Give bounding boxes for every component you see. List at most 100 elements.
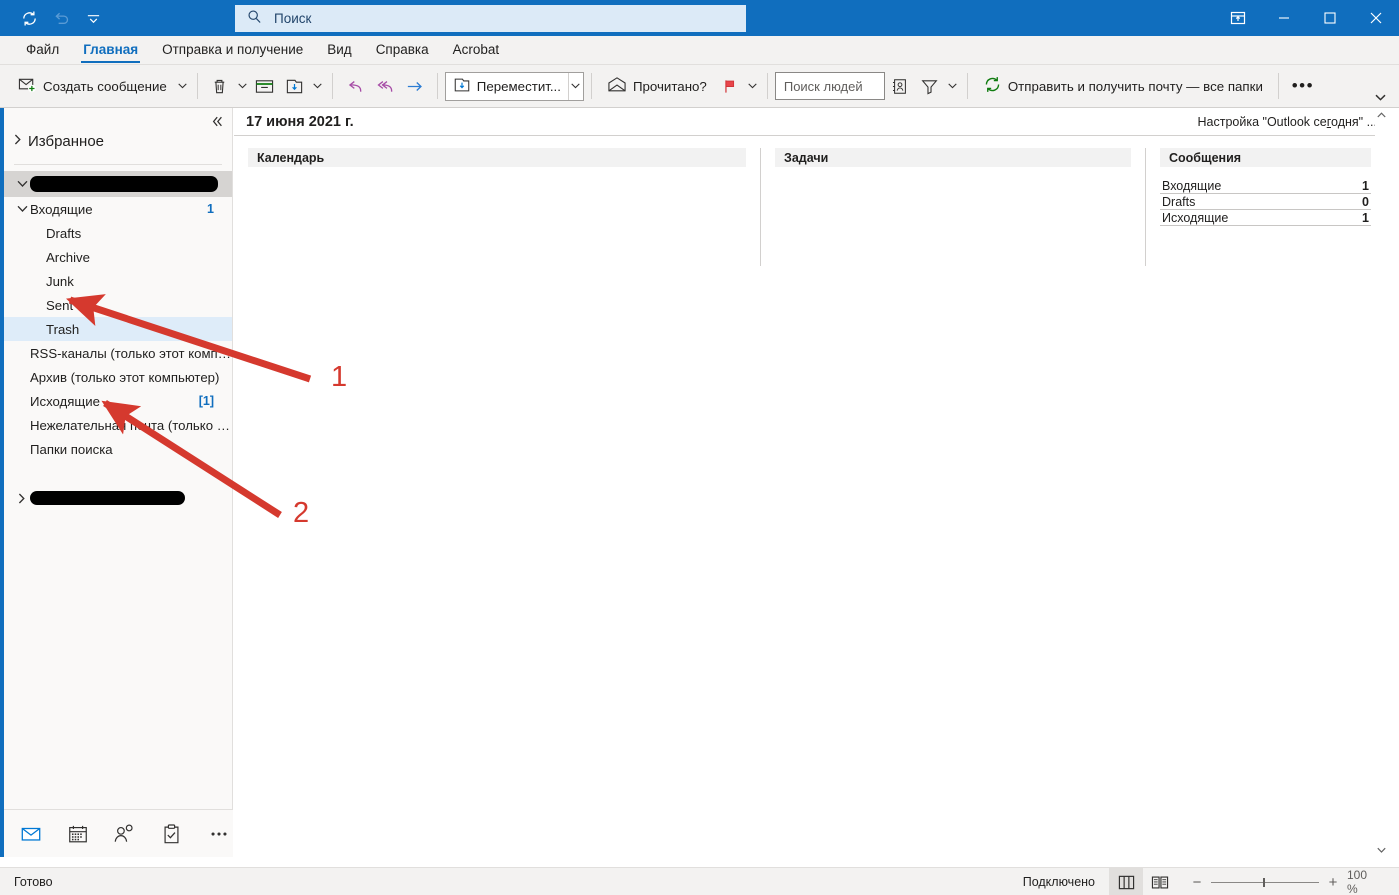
chevron-down-icon[interactable] [14, 205, 30, 213]
tree-item-label: Нежелательная почта (только эт... [30, 417, 232, 433]
mark-read-label: Прочитано? [632, 78, 707, 94]
tree-item-label: RSS-каналы (только этот компь... [30, 345, 232, 361]
zoom-level: 100 % [1347, 868, 1368, 895]
folder-pane: Избранное Входящие 1 Drafts Archive Junk… [4, 108, 233, 857]
mark-read-button[interactable]: Прочитано? [599, 71, 715, 102]
tree-item-trash[interactable]: Trash [4, 317, 232, 341]
calendar-icon[interactable] [63, 819, 92, 849]
filter-icon[interactable] [915, 71, 945, 102]
send-receive-icon[interactable] [14, 4, 44, 32]
calendar-panel: Календарь [234, 148, 760, 266]
zoom-slider[interactable] [1211, 877, 1319, 887]
send-receive-all-label: Отправить и получить почту — все папки [1007, 78, 1263, 94]
tree-item-search-folders[interactable]: Папки поиска [4, 437, 232, 461]
tree-item-label: Trash [46, 321, 80, 337]
move-group-dropdown-icon[interactable] [567, 72, 583, 100]
chevron-down-icon[interactable] [14, 180, 30, 188]
search-icon [247, 9, 262, 29]
tree-item-label: Drafts [46, 225, 82, 241]
normal-view-icon[interactable] [1109, 868, 1143, 895]
search-input[interactable]: Поиск [235, 5, 746, 32]
filter-dropdown-icon[interactable] [945, 71, 960, 102]
quick-access-toolbar [0, 4, 108, 32]
ribbon-separator [966, 73, 968, 99]
tab-home[interactable]: Главная [71, 35, 150, 64]
messages-panel-title[interactable]: Сообщения [1160, 148, 1371, 167]
reply-icon[interactable] [340, 71, 370, 102]
tab-file[interactable]: Файл [14, 35, 71, 64]
tree-item-label: Archive [46, 249, 90, 265]
chevron-right-icon[interactable] [14, 493, 30, 504]
messages-row-count: 1 [1362, 178, 1369, 193]
tab-acrobat[interactable]: Acrobat [441, 35, 512, 64]
close-icon[interactable] [1353, 0, 1399, 36]
flag-dropdown-icon[interactable] [745, 71, 760, 102]
customize-quick-access-icon[interactable] [78, 4, 108, 32]
tasks-icon[interactable] [157, 819, 186, 849]
messages-row-inbox[interactable]: Входящие 1 [1160, 178, 1371, 194]
messages-row-drafts[interactable]: Drafts 0 [1160, 194, 1371, 210]
undo-icon[interactable] [46, 4, 76, 32]
move-to-folder-icon[interactable] [280, 71, 310, 102]
flag-icon[interactable] [715, 71, 745, 102]
today-date: 17 июня 2021 г. [246, 113, 354, 130]
scroll-up-icon[interactable] [1375, 108, 1387, 122]
maximize-icon[interactable] [1307, 0, 1353, 36]
messages-row-outbox[interactable]: Исходящие 1 [1160, 210, 1371, 226]
mail-icon[interactable] [16, 819, 45, 849]
move-dropdown-icon[interactable] [310, 71, 325, 102]
tree-item-label: Sent [46, 297, 74, 313]
tab-help[interactable]: Справка [364, 35, 441, 64]
reading-view-icon[interactable] [1143, 868, 1177, 895]
tree-item-junk[interactable]: Junk [4, 269, 232, 293]
zoom-slider-thumb[interactable] [1263, 877, 1265, 887]
tree-item-outbox[interactable]: Исходящие [1] [4, 389, 232, 413]
calendar-panel-title[interactable]: Календарь [248, 148, 746, 167]
tree-item-rss-feeds[interactable]: RSS-каналы (только этот компь... [4, 341, 232, 365]
address-book-icon[interactable] [885, 71, 915, 102]
people-icon[interactable] [110, 819, 139, 849]
minimize-icon[interactable] [1261, 0, 1307, 36]
tree-item-inbox[interactable]: Входящие 1 [4, 197, 232, 221]
move-icon [453, 76, 471, 97]
collapse-folder-pane-icon[interactable] [208, 112, 226, 130]
zoom-in-button[interactable]: + [1327, 874, 1339, 891]
tasks-panel-title[interactable]: Задачи [775, 148, 1131, 167]
ribbon-separator [1277, 73, 1279, 99]
delete-dropdown-icon[interactable] [235, 71, 250, 102]
open-envelope-icon [607, 75, 627, 97]
tree-item-account-2[interactable] [4, 485, 232, 511]
new-message-icon [18, 75, 37, 97]
ribbon-overflow-button[interactable]: ••• [1286, 71, 1320, 102]
zoom-out-button[interactable]: − [1191, 874, 1203, 891]
tree-item-archive[interactable]: Archive [4, 245, 232, 269]
scroll-down-icon[interactable] [1375, 843, 1387, 857]
tree-item-local-archive[interactable]: Архив (только этот компьютер) [4, 365, 232, 389]
new-message-label: Создать сообщение [43, 78, 167, 94]
reply-all-icon[interactable] [370, 71, 400, 102]
messages-row-label: Исходящие [1162, 210, 1229, 225]
more-icon[interactable] [204, 819, 233, 849]
tree-item-sent[interactable]: Sent [4, 293, 232, 317]
send-receive-all-button[interactable]: Отправить и получить почту — все папки [975, 71, 1271, 102]
unread-count: 1 [207, 202, 214, 216]
new-message-button[interactable]: Создать сообщение [10, 71, 175, 102]
tree-item-account-1[interactable] [4, 171, 232, 197]
archive-icon[interactable] [250, 71, 280, 102]
customize-today-link[interactable]: Настройка "Outlook сегодня" ... [1198, 115, 1377, 129]
main-vertical-scrollbar[interactable] [1375, 108, 1387, 857]
tab-sendrcv[interactable]: Отправка и получение [150, 35, 315, 64]
collapse-ribbon-icon[interactable] [1367, 88, 1393, 106]
delete-icon[interactable] [205, 71, 235, 102]
favorites-header[interactable]: Избранное [4, 126, 232, 156]
tree-item-drafts[interactable]: Drafts [4, 221, 232, 245]
tree-item-local-junk[interactable]: Нежелательная почта (только эт... [4, 413, 232, 437]
redacted-account-name [30, 491, 185, 505]
ribbon-display-options-icon[interactable] [1215, 0, 1261, 36]
move-button[interactable]: Переместит... [446, 73, 568, 100]
tab-view[interactable]: Вид [315, 35, 363, 64]
forward-icon[interactable] [400, 71, 430, 102]
messages-row-label: Входящие [1162, 178, 1222, 193]
new-message-dropdown-icon[interactable] [175, 71, 190, 102]
people-search-input[interactable] [774, 72, 885, 100]
